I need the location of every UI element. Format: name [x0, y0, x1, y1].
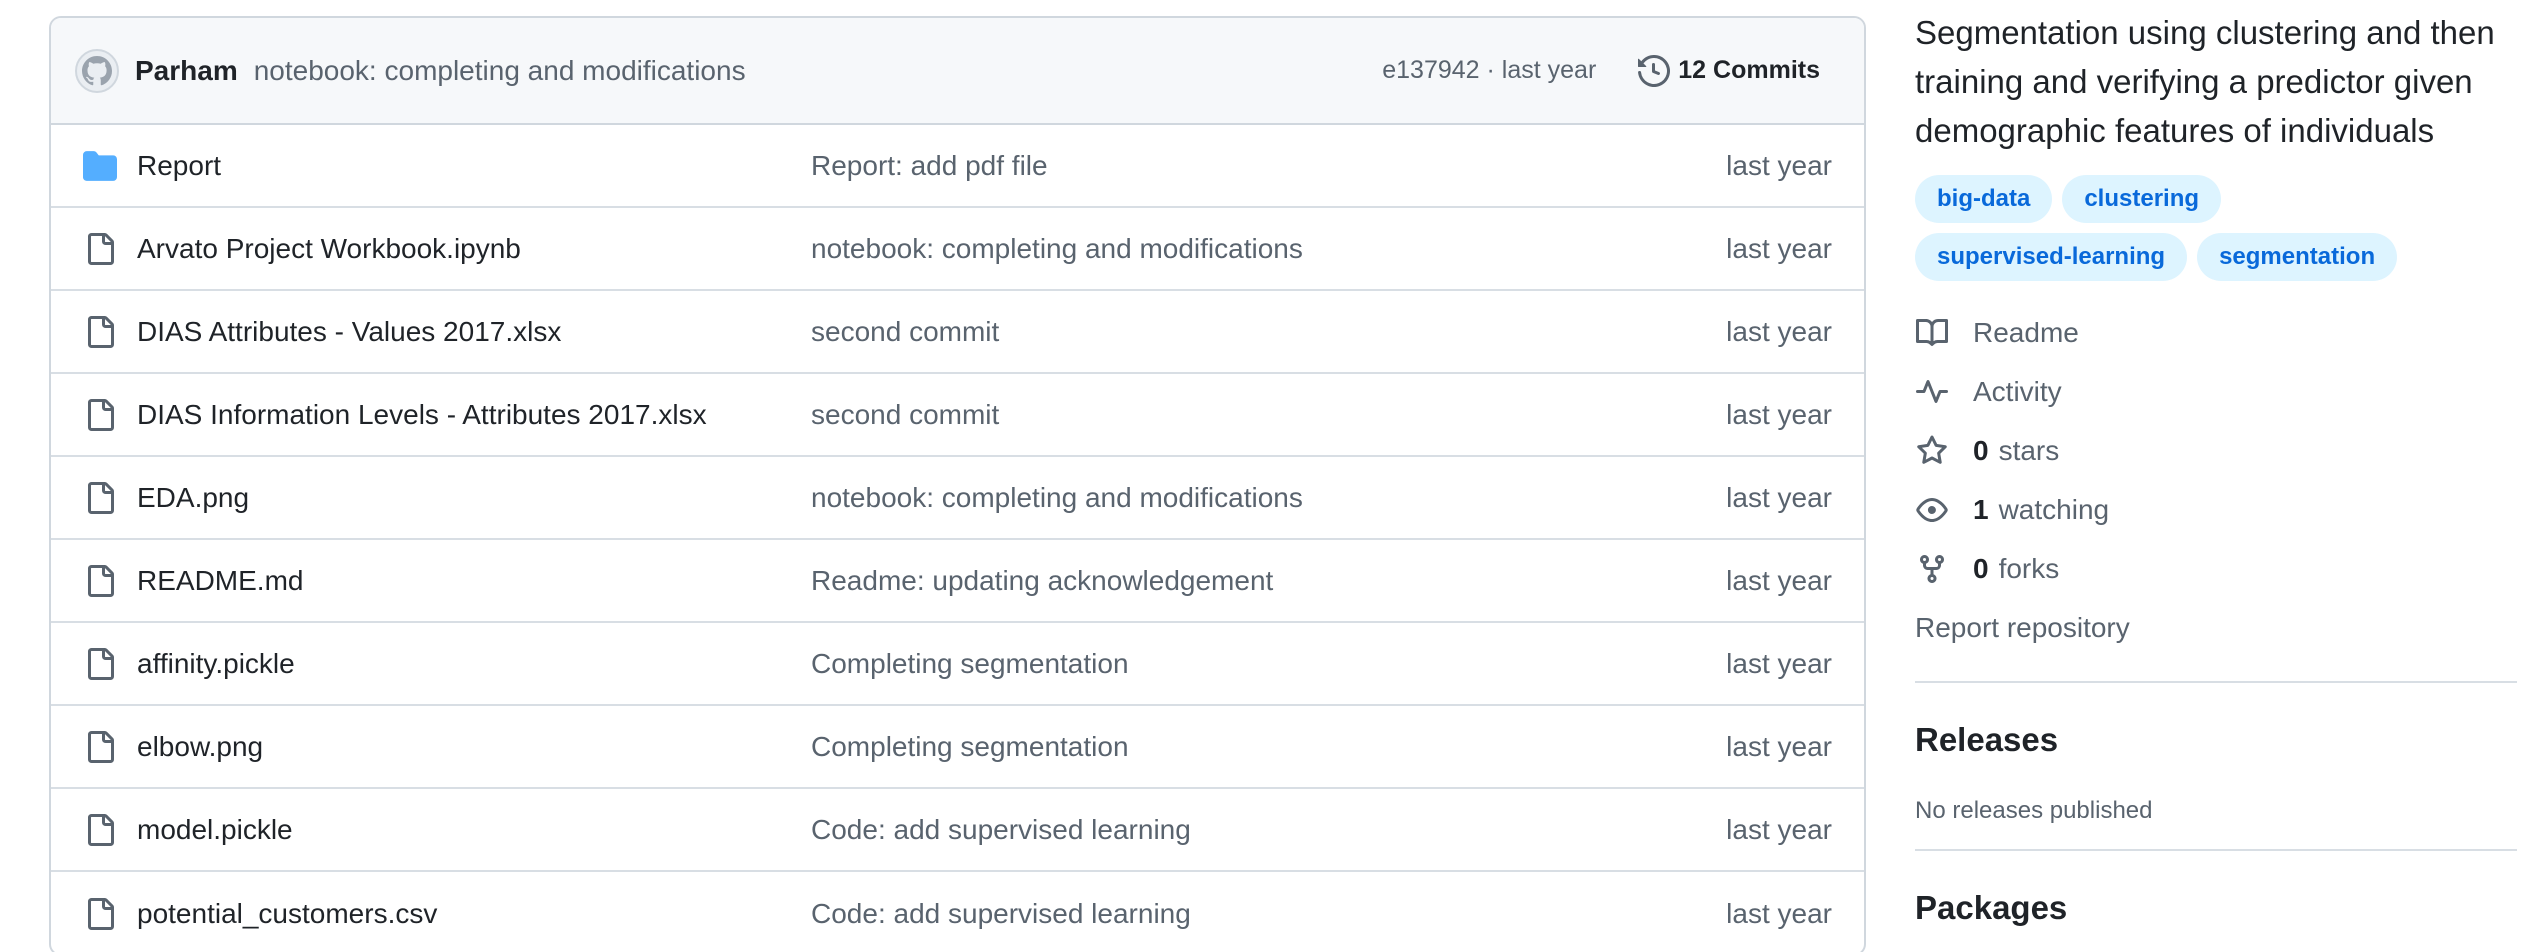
commit-message[interactable]: notebook: completing and modifications: [254, 55, 1383, 87]
file-icon: [83, 481, 117, 515]
repo-page: Parham notebook: completing and modifica…: [0, 0, 2524, 952]
forks-link[interactable]: 0 forks: [1915, 539, 2520, 598]
file-commit-time: last year: [1726, 730, 1832, 762]
releases-heading[interactable]: Releases: [1915, 721, 2520, 759]
topic-tag[interactable]: supervised-learning: [1915, 233, 2188, 281]
file-commit-time: last year: [1726, 149, 1832, 181]
no-releases-text: No releases published: [1915, 797, 2153, 824]
stars-label: stars: [1998, 434, 2060, 466]
file-name-link[interactable]: DIAS Information Levels - Attributes 201…: [137, 399, 811, 431]
file-icon: [83, 813, 117, 847]
github-mark-icon: [82, 55, 112, 85]
commits-count: 12 Commits: [1678, 56, 1820, 84]
topic-tag[interactable]: big-data: [1915, 175, 2053, 223]
file-commit-message[interactable]: Completing segmentation: [811, 731, 1726, 763]
book-icon: [1915, 316, 1949, 350]
pulse-icon: [1915, 375, 1949, 409]
file-icon: [83, 232, 117, 266]
file-commit-time: last year: [1726, 232, 1832, 264]
stars-link[interactable]: 0 stars: [1915, 421, 2520, 480]
file-row[interactable]: model.pickle Code: add supervised learnin…: [51, 789, 1864, 872]
file-name-link[interactable]: EDA.png: [137, 482, 811, 514]
file-commit-message[interactable]: second commit: [811, 399, 1726, 431]
file-name-link[interactable]: affinity.pickle: [137, 648, 811, 680]
stars-count: 0: [1973, 434, 1989, 466]
watching-label: watching: [1998, 493, 2110, 525]
topic-list: big-data clustering supervised-learning seg…: [1915, 175, 2455, 281]
file-row[interactable]: Report Report: add pdf file last year: [51, 125, 1864, 208]
history-icon: [1638, 54, 1671, 87]
file-row[interactable]: elbow.png Completing segmentation last yea…: [51, 706, 1864, 789]
file-table: Parham notebook: completing and modifica…: [49, 16, 1866, 952]
file-row[interactable]: DIAS Information Levels - Attributes 201…: [51, 374, 1864, 457]
file-name-link[interactable]: Arvato Project Workbook.ipynb: [137, 233, 811, 265]
file-commit-message[interactable]: second commit: [811, 316, 1726, 348]
file-name-link[interactable]: potential_customers.csv: [137, 898, 811, 930]
file-commit-time: last year: [1726, 647, 1832, 679]
file-commit-message[interactable]: Code: add supervised learning: [811, 898, 1726, 930]
commit-author[interactable]: Parham: [135, 55, 238, 87]
watching-link[interactable]: 1 watching: [1915, 480, 2520, 539]
fork-icon: [1915, 552, 1949, 586]
file-row[interactable]: DIAS Attributes - Values 2017.xlsx second…: [51, 291, 1864, 374]
report-repository-link[interactable]: Report repository: [1915, 598, 2520, 657]
file-commit-time: last year: [1726, 315, 1832, 347]
file-name-link[interactable]: README.md: [137, 565, 811, 597]
avatar[interactable]: [75, 48, 119, 93]
file-name-link[interactable]: elbow.png: [137, 731, 811, 763]
file-name-link[interactable]: DIAS Attributes - Values 2017.xlsx: [137, 316, 811, 348]
repo-stats: Readme Activity 0 stars 1 watching 0 for…: [1915, 303, 2520, 657]
file-commit-time: last year: [1726, 564, 1832, 596]
commit-hash-time[interactable]: e137942 · last year: [1382, 56, 1596, 85]
file-commit-time: last year: [1726, 398, 1832, 430]
file-commit-message[interactable]: notebook: completing and modifications: [811, 482, 1726, 514]
commits-history-link[interactable]: 12 Commits: [1630, 49, 1840, 93]
file-icon: [83, 315, 117, 349]
file-name-link[interactable]: model.pickle: [137, 814, 811, 846]
forks-label: forks: [1998, 552, 2060, 584]
file-commit-time: last year: [1726, 813, 1832, 845]
readme-link[interactable]: Readme: [1915, 303, 2520, 362]
file-icon: [83, 564, 117, 598]
file-commit-message[interactable]: Code: add supervised learning: [811, 814, 1726, 846]
packages-heading[interactable]: Packages: [1915, 889, 2520, 927]
file-row[interactable]: affinity.pickle Completing segmentation la…: [51, 623, 1864, 706]
file-list: Report Report: add pdf file last year Arvat…: [51, 125, 1864, 952]
file-commit-message[interactable]: Report: add pdf file: [811, 150, 1726, 182]
file-icon: [83, 398, 117, 432]
file-commit-time: last year: [1726, 481, 1832, 513]
forks-count: 0: [1973, 552, 1989, 584]
file-commit-time: last year: [1726, 897, 1832, 929]
readme-label: Readme: [1973, 316, 2079, 348]
activity-link[interactable]: Activity: [1915, 362, 2520, 421]
file-icon: [83, 897, 117, 931]
latest-commit-bar: Parham notebook: completing and modifica…: [51, 18, 1864, 125]
sidebar-divider: [1915, 681, 2517, 683]
topic-tag[interactable]: segmentation: [2197, 233, 2398, 281]
folder-icon: [83, 149, 117, 183]
file-commit-message[interactable]: notebook: completing and modifications: [811, 233, 1726, 265]
file-icon: [83, 647, 117, 681]
watching-count: 1: [1973, 493, 1989, 525]
about-sidebar: Segmentation using clustering and then t…: [1915, 0, 2520, 927]
star-icon: [1915, 434, 1949, 468]
file-icon: [83, 730, 117, 764]
topic-tag[interactable]: clustering: [2062, 175, 2222, 223]
file-name-link[interactable]: Report: [137, 150, 811, 182]
file-row[interactable]: potential_customers.csv Code: add supervi…: [51, 872, 1864, 952]
file-commit-message[interactable]: Completing segmentation: [811, 648, 1726, 680]
file-row[interactable]: EDA.png notebook: completing and modifica…: [51, 457, 1864, 540]
file-row[interactable]: README.md Readme: updating acknowledgemen…: [51, 540, 1864, 623]
repo-description: Segmentation using clustering and then t…: [1915, 14, 2495, 149]
file-commit-message[interactable]: Readme: updating acknowledgement: [811, 565, 1726, 597]
sidebar-divider: [1915, 849, 2517, 851]
eye-icon: [1915, 493, 1949, 527]
activity-label: Activity: [1973, 375, 2062, 407]
file-row[interactable]: Arvato Project Workbook.ipynb notebook: c…: [51, 208, 1864, 291]
